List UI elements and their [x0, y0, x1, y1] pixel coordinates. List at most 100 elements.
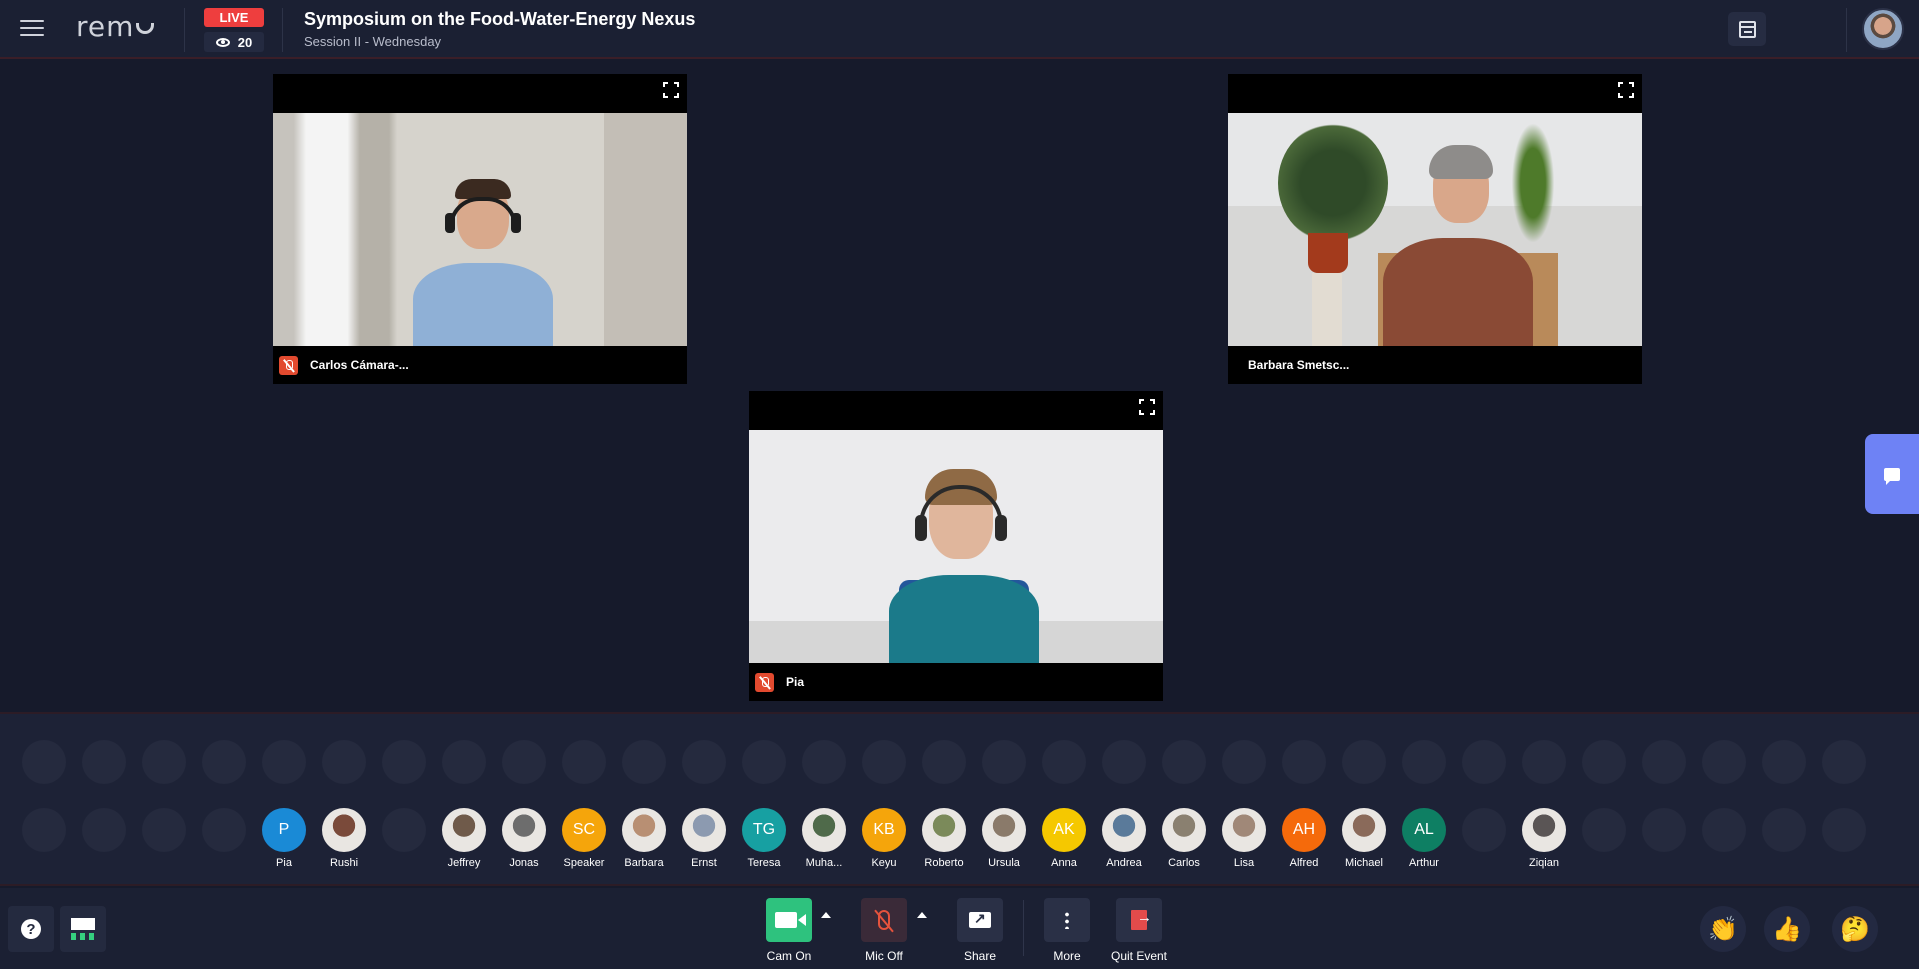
- share-button[interactable]: Share: [945, 898, 1015, 963]
- empty-seat[interactable]: [982, 740, 1026, 784]
- empty-seat[interactable]: [1342, 740, 1386, 784]
- attendee-avatar[interactable]: [1162, 808, 1206, 852]
- attendee-avatar[interactable]: [922, 808, 966, 852]
- stage-view-button[interactable]: [60, 906, 106, 952]
- attendee-avatar[interactable]: [322, 808, 366, 852]
- empty-seat[interactable]: [1402, 740, 1446, 784]
- header-divider: [282, 8, 283, 52]
- user-avatar[interactable]: [1862, 8, 1904, 50]
- quit-event-button[interactable]: Quit Event: [1104, 898, 1174, 963]
- empty-seat[interactable]: [502, 740, 546, 784]
- bottom-toolbar: ? Cam On Mic Off Share More Quit Event 👏…: [0, 888, 1919, 969]
- chat-button[interactable]: [1865, 434, 1919, 514]
- empty-seat[interactable]: [82, 740, 126, 784]
- participant-name-bar: Pia: [749, 663, 1163, 701]
- attendee-avatar[interactable]: P: [262, 808, 306, 852]
- agenda-button[interactable]: [1728, 12, 1766, 46]
- participant-name: Pia: [786, 675, 805, 689]
- menu-icon[interactable]: [20, 20, 44, 38]
- empty-seat[interactable]: [562, 740, 606, 784]
- attendee-avatar[interactable]: [1522, 808, 1566, 852]
- camera-options-caret[interactable]: [821, 912, 831, 918]
- clap-reaction-button[interactable]: 👏: [1700, 906, 1746, 952]
- camera-label: Cam On: [766, 949, 812, 963]
- empty-seat[interactable]: [22, 740, 66, 784]
- attendee-name: Ziqian: [1529, 857, 1559, 869]
- attendee-avatar[interactable]: AK: [1042, 808, 1086, 852]
- empty-seat[interactable]: [922, 740, 966, 784]
- expand-icon[interactable]: [1618, 82, 1634, 98]
- attendee-avatar[interactable]: [802, 808, 846, 852]
- attendee-avatar[interactable]: AL: [1402, 808, 1446, 852]
- empty-seat[interactable]: [1762, 740, 1806, 784]
- empty-seat[interactable]: [1582, 740, 1626, 784]
- empty-seat[interactable]: [862, 740, 906, 784]
- attendee-avatar[interactable]: AH: [1282, 808, 1326, 852]
- attendee-avatar[interactable]: [682, 808, 726, 852]
- empty-seat[interactable]: [382, 740, 426, 784]
- quit-icon: [1131, 909, 1152, 930]
- empty-seat[interactable]: [202, 740, 246, 784]
- empty-seat[interactable]: [682, 740, 726, 784]
- empty-seat[interactable]: [1102, 740, 1146, 784]
- seating-floor: P Pia Rushi Jeffrey Jonas SC Speaker Barbara Ern…: [0, 712, 1919, 886]
- participant-name-bar: Barbara Smetsc...: [1228, 346, 1642, 384]
- empty-seat[interactable]: [1642, 808, 1686, 852]
- chat-icon: [1884, 467, 1900, 485]
- empty-seat[interactable]: [1702, 808, 1746, 852]
- empty-seat[interactable]: [742, 740, 786, 784]
- attendee[interactable]: AL Arthur: [1389, 808, 1459, 869]
- attendee-avatar[interactable]: [1342, 808, 1386, 852]
- empty-seat[interactable]: [1462, 808, 1506, 852]
- thinking-reaction-button[interactable]: 🤔: [1832, 906, 1878, 952]
- attendee-avatar[interactable]: [442, 808, 486, 852]
- empty-seat[interactable]: [1282, 740, 1326, 784]
- mic-button[interactable]: Mic Off: [849, 898, 919, 963]
- eye-icon: [215, 37, 230, 47]
- thumbs-up-reaction-button[interactable]: 👍: [1764, 906, 1810, 952]
- empty-seat[interactable]: [1162, 740, 1206, 784]
- empty-seat[interactable]: [1582, 808, 1626, 852]
- attendee-avatar[interactable]: SC: [562, 808, 606, 852]
- empty-seat[interactable]: [1522, 740, 1566, 784]
- empty-seat[interactable]: [1822, 740, 1866, 784]
- live-badge: LIVE: [204, 8, 264, 27]
- empty-seat[interactable]: [1042, 740, 1086, 784]
- empty-seat[interactable]: [142, 740, 186, 784]
- empty-seat[interactable]: [1462, 740, 1506, 784]
- attendee-avatar[interactable]: TG: [742, 808, 786, 852]
- more-button[interactable]: More: [1032, 898, 1102, 963]
- attendee-avatar[interactable]: KB: [862, 808, 906, 852]
- empty-seat[interactable]: [1702, 740, 1746, 784]
- attendee-avatar[interactable]: [1222, 808, 1266, 852]
- remo-logo[interactable]: rem: [76, 10, 155, 43]
- event-subtitle: Session II - Wednesday: [304, 34, 442, 49]
- attendee-avatar[interactable]: [1102, 808, 1146, 852]
- attendee-avatar[interactable]: [502, 808, 546, 852]
- mic-options-caret[interactable]: [917, 912, 927, 918]
- empty-seat[interactable]: [22, 808, 66, 852]
- attendee[interactable]: Rushi: [309, 808, 379, 869]
- empty-seat[interactable]: [802, 740, 846, 784]
- empty-seat[interactable]: [1222, 740, 1266, 784]
- empty-seat[interactable]: [622, 740, 666, 784]
- empty-seat[interactable]: [202, 808, 246, 852]
- attendee-avatar[interactable]: [982, 808, 1026, 852]
- expand-icon[interactable]: [663, 82, 679, 98]
- thinking-icon: 🤔: [1840, 915, 1870, 943]
- empty-seat[interactable]: [262, 740, 306, 784]
- empty-seat[interactable]: [382, 808, 426, 852]
- expand-icon[interactable]: [1139, 399, 1155, 415]
- empty-seat[interactable]: [82, 808, 126, 852]
- camera-button[interactable]: Cam On: [754, 898, 824, 963]
- top-bar: rem LIVE 20 Symposium on the Food-Water-…: [0, 0, 1919, 59]
- help-button[interactable]: ?: [8, 906, 54, 952]
- empty-seat[interactable]: [442, 740, 486, 784]
- empty-seat[interactable]: [1822, 808, 1866, 852]
- empty-seat[interactable]: [322, 740, 366, 784]
- attendee[interactable]: Ziqian: [1509, 808, 1579, 869]
- empty-seat[interactable]: [142, 808, 186, 852]
- empty-seat[interactable]: [1762, 808, 1806, 852]
- empty-seat[interactable]: [1642, 740, 1686, 784]
- attendee-avatar[interactable]: [622, 808, 666, 852]
